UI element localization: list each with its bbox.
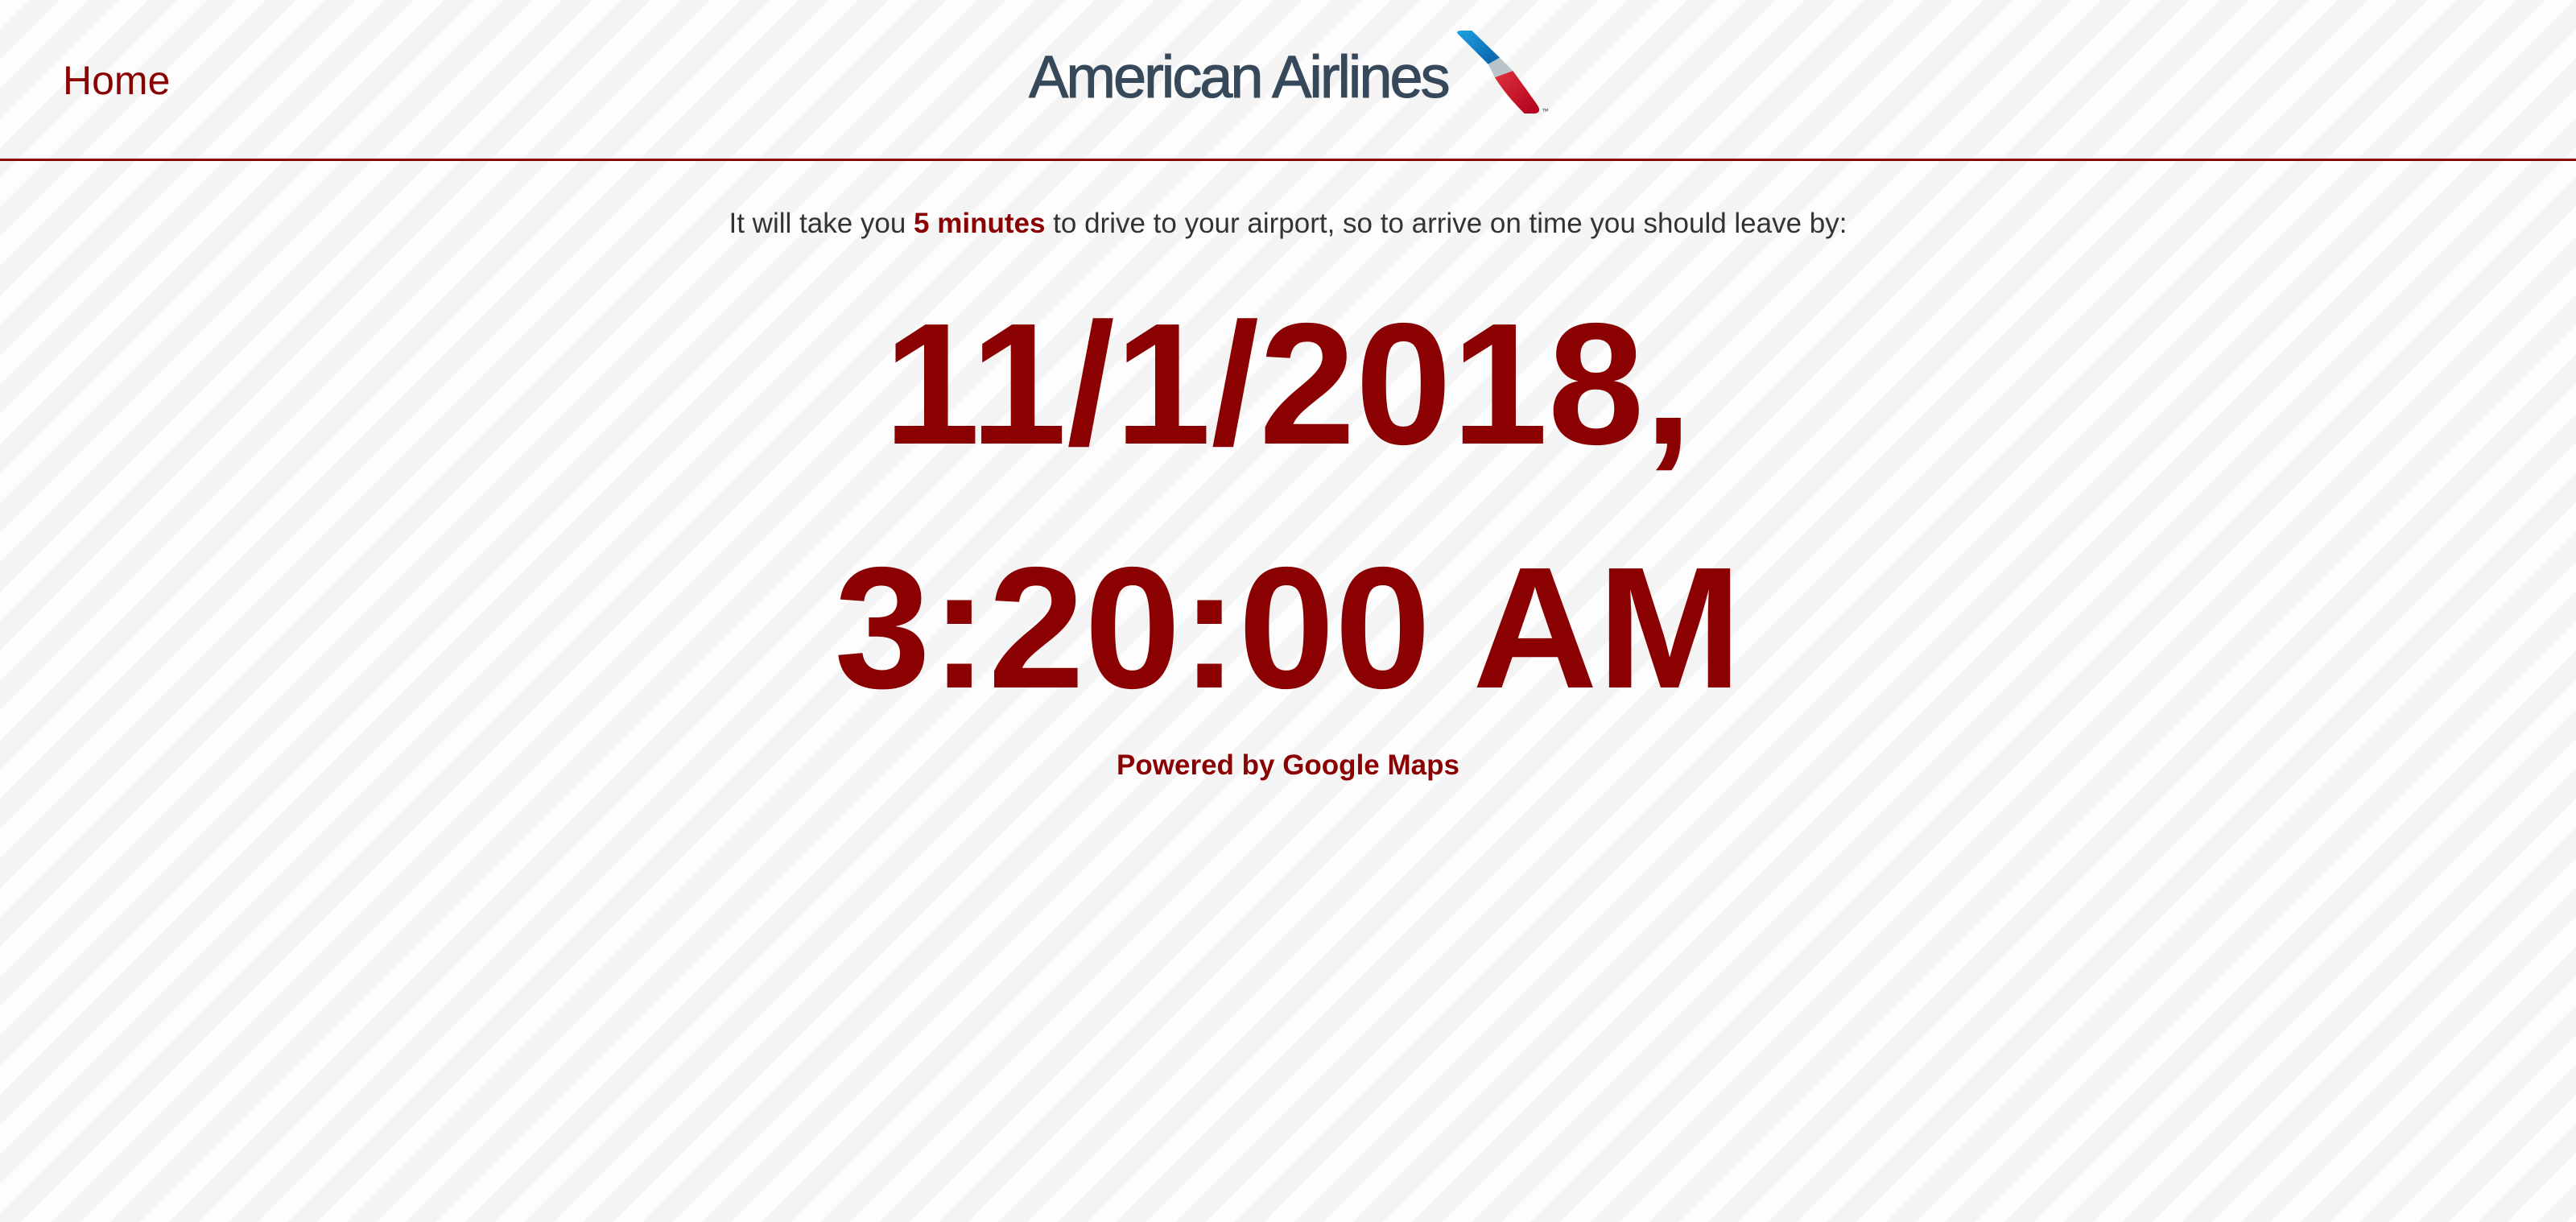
leave-by-time: 3:20:00 AM [834,530,1742,725]
drive-time-message: It will take you 5 minutes to drive to y… [0,207,2576,241]
message-prefix: It will take you [729,208,906,239]
logo-wordmark: American Airlines [1029,43,1451,110]
flight-symbol-blue-part [1457,31,1501,64]
flight-symbol-red-part [1494,70,1540,114]
flight-symbol-icon [1457,31,1540,114]
drive-time-value: 5 minutes [914,208,1046,239]
american-airlines-logo: American Airlines ™ [1029,30,1560,118]
page: Home American Airlines ™ It will take yo… [0,0,2576,1222]
home-link[interactable]: Home [63,60,170,101]
message-suffix: to drive to your airport, so to arrive o… [1053,208,1847,239]
main-content: It will take you 5 minutes to drive to y… [0,161,2576,1222]
leave-by-date: 11/1/2018, [883,287,1693,481]
site-header: Home American Airlines ™ [0,0,2576,159]
trademark-mark: ™ [1542,107,1549,115]
google-maps-attribution: Powered by Google Maps [1117,749,1459,781]
